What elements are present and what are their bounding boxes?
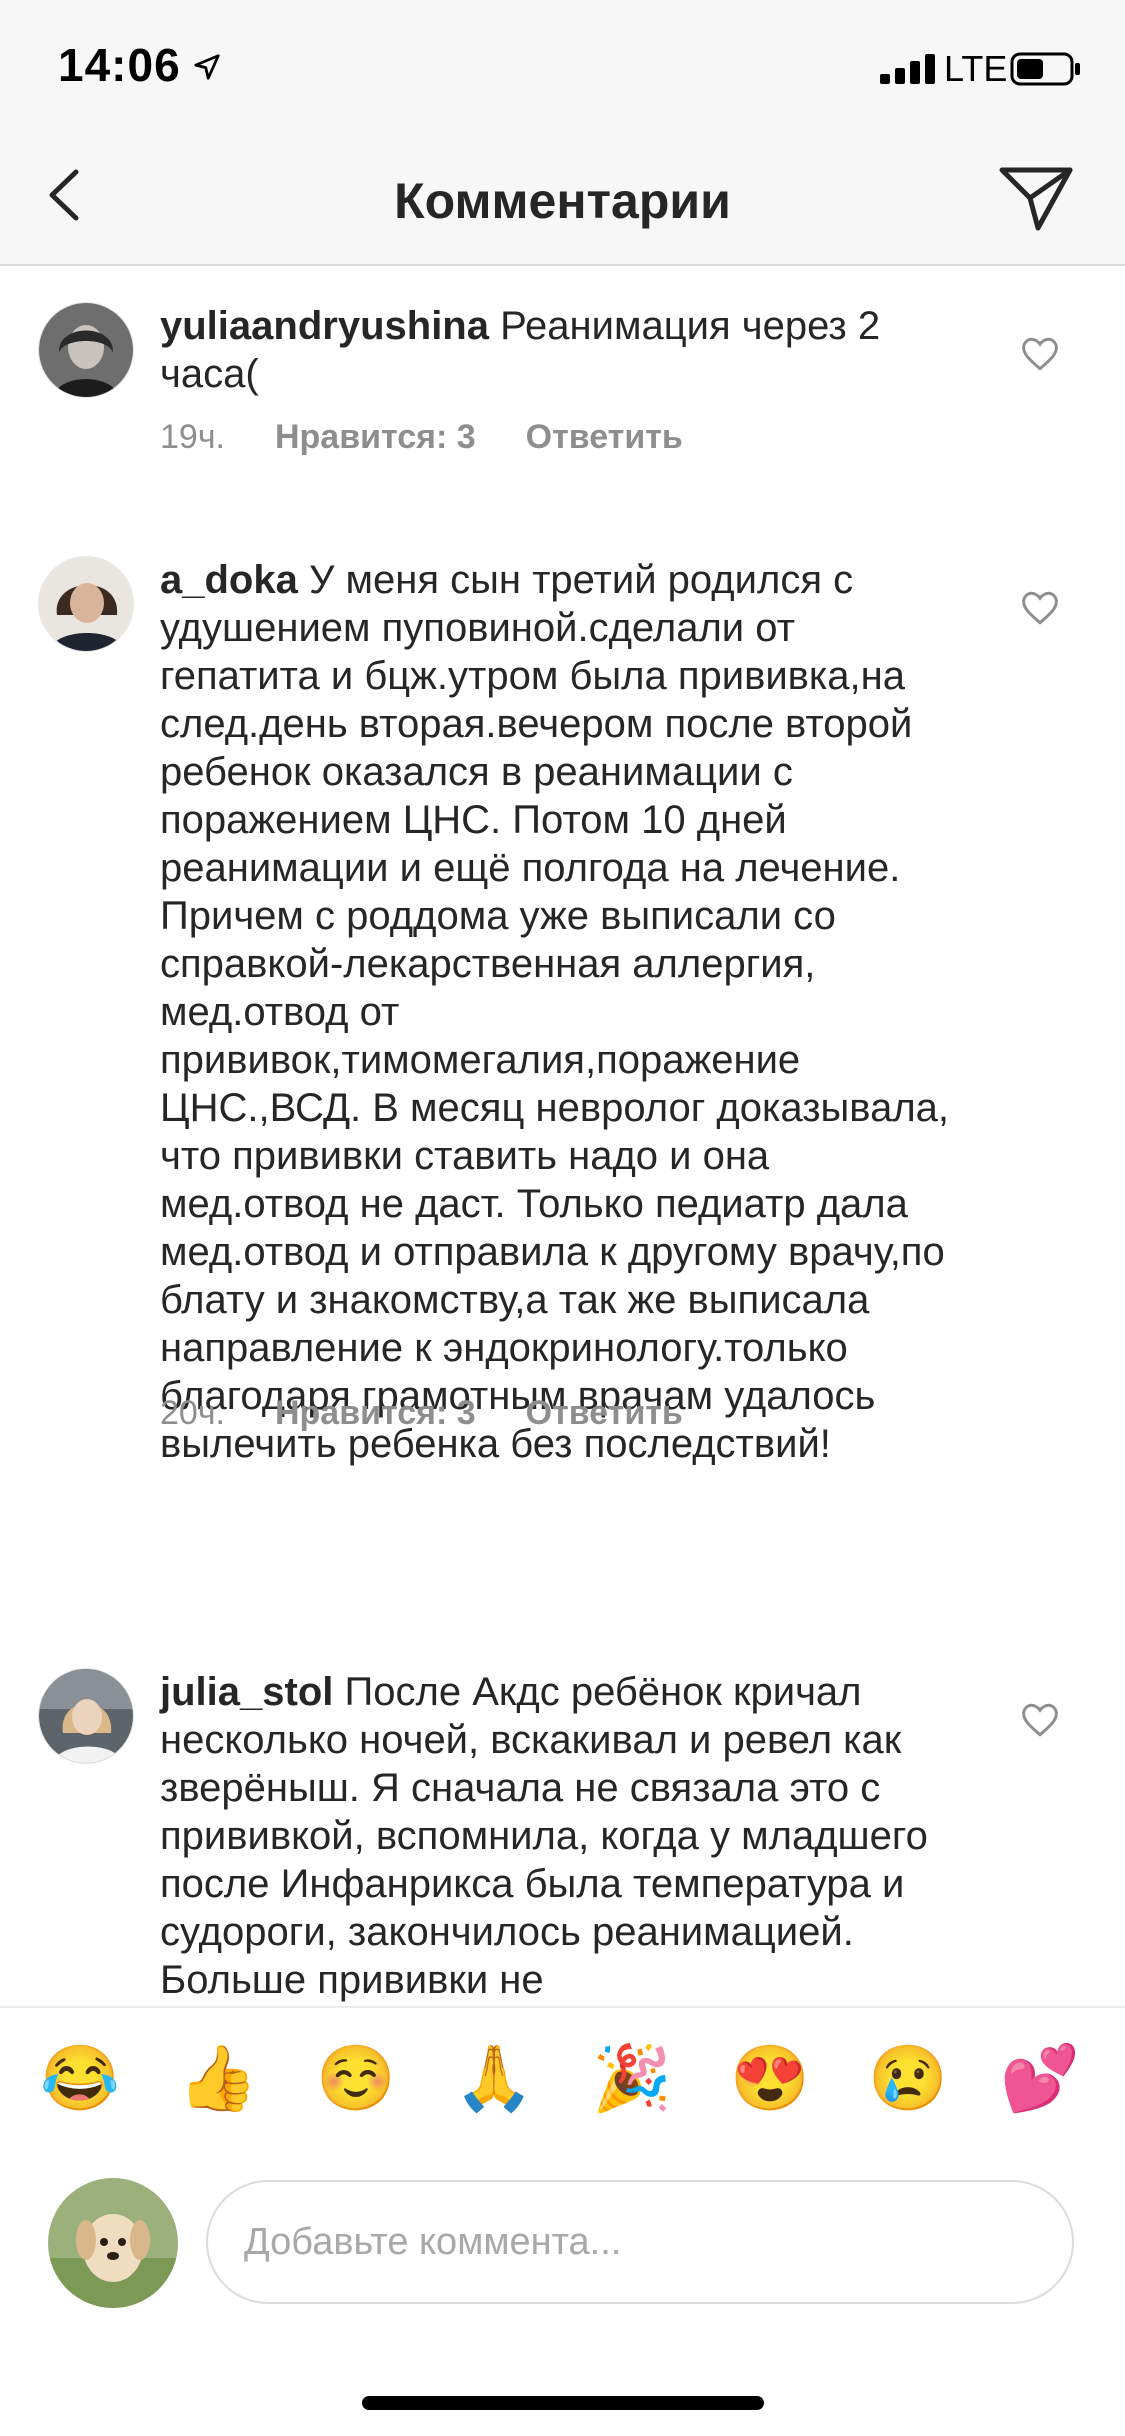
emoji-two-hearts[interactable]: 💕 bbox=[1000, 2038, 1080, 2118]
comment-username[interactable]: julia_stol bbox=[160, 1670, 333, 1714]
home-indicator bbox=[362, 2396, 764, 2410]
comment-username[interactable]: yuliaandryushina bbox=[160, 304, 489, 348]
comment-text: yuliaandryushina Реанимация через 2 часа… bbox=[160, 302, 960, 398]
comment-text: julia_stol После Акдс ребёнок кричал нес… bbox=[160, 1668, 960, 2004]
emoji-bar: 😂 👍 ☺️ 🙏 🎉 😍 😢 💕 bbox=[0, 2006, 1125, 2142]
likes-count[interactable]: Нравится: 3 bbox=[275, 1394, 476, 1433]
battery-icon bbox=[1010, 52, 1080, 86]
emoji-thumbs-up[interactable]: 👍 bbox=[178, 2038, 258, 2118]
emoji-crying[interactable]: 😢 bbox=[868, 2038, 948, 2118]
current-user-avatar bbox=[48, 2178, 178, 2308]
status-bar: 14:06 LTE bbox=[0, 0, 1125, 130]
comment-text: a_doka У меня сын третий родился с удуше… bbox=[160, 556, 960, 1468]
location-arrow-icon bbox=[194, 54, 220, 80]
comment-content: У меня сын третий родился с удушением пу… bbox=[160, 558, 950, 1466]
comments-list: yuliaandryushina Реанимация через 2 часа… bbox=[0, 266, 1125, 2006]
comment-meta: 20ч. Нравится: 3 Ответить bbox=[160, 1394, 683, 1433]
header: Комментарии bbox=[0, 130, 1125, 266]
avatar[interactable] bbox=[38, 1668, 134, 1764]
status-time: 14:06 bbox=[58, 39, 181, 91]
avatar[interactable] bbox=[38, 302, 134, 398]
signal-icon bbox=[880, 54, 935, 84]
comment-input[interactable] bbox=[206, 2180, 1074, 2304]
reply-button[interactable]: Ответить bbox=[526, 418, 683, 457]
emoji-party-popper[interactable]: 🎉 bbox=[592, 2038, 672, 2118]
emoji-heart-eyes[interactable]: 😍 bbox=[730, 2038, 810, 2118]
emoji-laughing[interactable]: 😂 bbox=[40, 2038, 120, 2118]
avatar[interactable] bbox=[38, 556, 134, 652]
emoji-smiling[interactable]: ☺️ bbox=[316, 2038, 396, 2118]
comment-composer bbox=[0, 2142, 1125, 2342]
network-label: LTE bbox=[944, 48, 1008, 89]
likes-count[interactable]: Нравится: 3 bbox=[275, 418, 476, 457]
direct-send-icon[interactable] bbox=[996, 162, 1076, 234]
page-title: Комментарии bbox=[394, 173, 731, 229]
comment-username[interactable]: a_doka bbox=[160, 558, 298, 602]
comment-time: 20ч. bbox=[160, 1394, 225, 1432]
heart-icon[interactable] bbox=[1020, 590, 1060, 626]
comment-content: После Акдс ребёнок кричал несколько ноче… bbox=[160, 1670, 928, 2002]
heart-icon[interactable] bbox=[1020, 336, 1060, 372]
comment-meta: 19ч. Нравится: 3 Ответить bbox=[160, 418, 683, 457]
comment-time: 19ч. bbox=[160, 418, 225, 456]
heart-icon[interactable] bbox=[1020, 1702, 1060, 1738]
emoji-praying-hands[interactable]: 🙏 bbox=[454, 2038, 534, 2118]
reply-button[interactable]: Ответить bbox=[526, 1394, 683, 1433]
